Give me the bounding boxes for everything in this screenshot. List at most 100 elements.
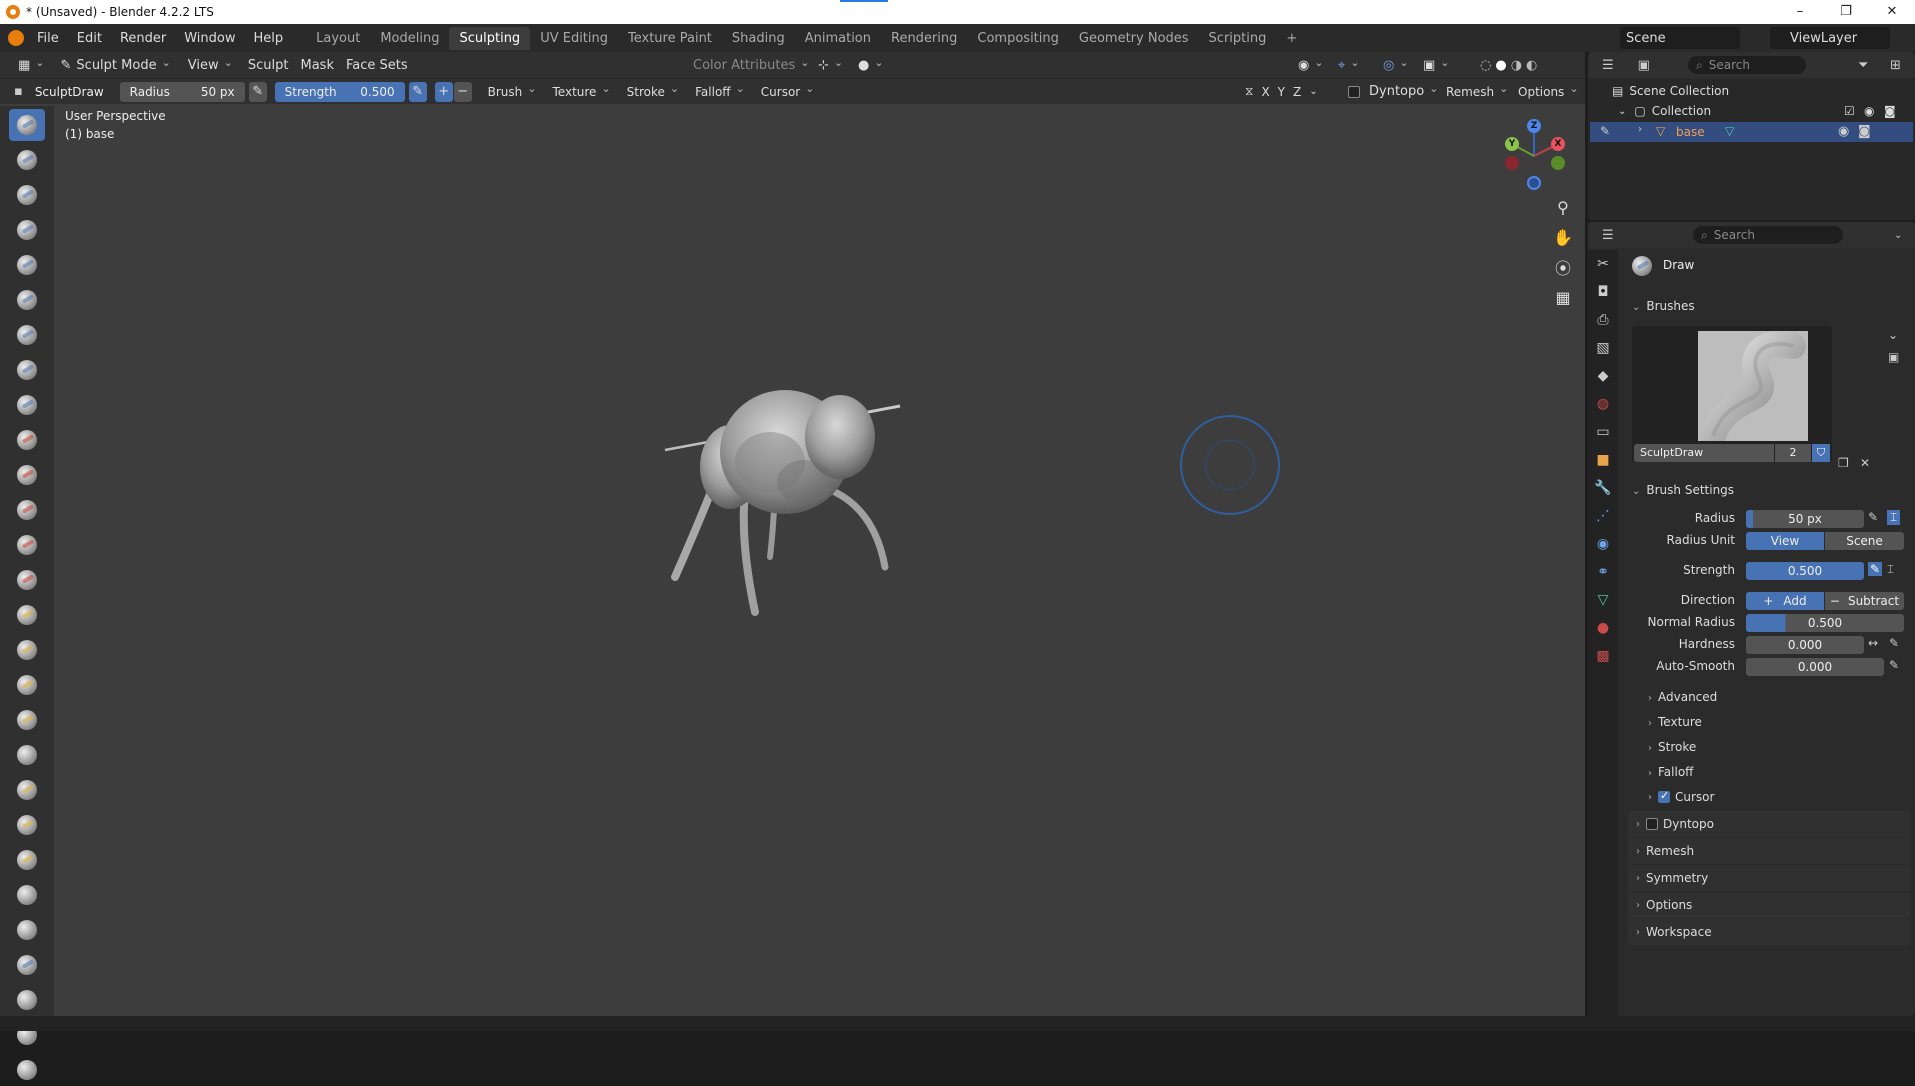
radius-field[interactable]: Radius 50 px — [119, 81, 245, 102]
panel-symmetry[interactable]: › Symmetry — [1628, 865, 1910, 891]
tool-slide-relax[interactable] — [9, 879, 45, 911]
overlays-dropdown[interactable]: ◎ — [1375, 58, 1417, 73]
rendered-shading-icon[interactable]: ◐ — [1526, 58, 1537, 73]
sculpt-mesh-model[interactable] — [655, 342, 925, 622]
tool-elastic-deform[interactable] — [9, 669, 45, 701]
tool-multiplane-scrape[interactable] — [9, 564, 45, 596]
particles-tab-icon[interactable]: ⋰ — [1588, 502, 1618, 530]
prop-strength-field[interactable]: 0.500 — [1746, 562, 1864, 580]
render-tab-icon[interactable]: ◘ — [1588, 278, 1618, 306]
collection-visibility-eye-icon[interactable]: ◉ — [1864, 104, 1874, 118]
radius-pen-pressure-icon[interactable]: ✎ — [1868, 510, 1878, 524]
maximize-button[interactable]: ❐ — [1823, 0, 1869, 24]
gizmo-z-axis[interactable]: Z — [1527, 119, 1541, 133]
collection-expand-chevron-icon[interactable]: ⌄ — [1618, 106, 1626, 117]
radius-unit-scene-button[interactable]: Scene — [1825, 532, 1904, 550]
radius-pressure-button[interactable]: ✎ — [248, 81, 267, 102]
gizmo-neg-z-axis[interactable] — [1527, 176, 1541, 190]
constraints-tab-icon[interactable]: ⚭ — [1588, 558, 1618, 586]
outliner-row-collection[interactable]: ⌄ ▢ Collection ☑ ◉ ◙ — [1618, 104, 1910, 118]
transform-pivot-dropdown[interactable]: ⊹ — [810, 58, 851, 73]
brush-settings-panel-header[interactable]: ⌄ Brush Settings — [1632, 483, 1734, 497]
gizmo-neg-x-axis[interactable] — [1551, 156, 1565, 170]
menu-view[interactable]: View — [179, 58, 242, 73]
menu-mask[interactable]: Mask — [294, 58, 339, 73]
tool-scrape[interactable] — [9, 529, 45, 561]
options-menu[interactable]: Options — [1510, 85, 1587, 99]
tool-thumb[interactable] — [9, 739, 45, 771]
gizmo-dropdown[interactable]: ⌖ — [1330, 58, 1368, 73]
properties-search-input[interactable]: ⌕ Search — [1693, 226, 1843, 244]
menu-edit[interactable]: Edit — [68, 31, 111, 46]
tool-draw-sharp[interactable] — [9, 144, 45, 176]
scene-selector[interactable]: Scene — [1620, 27, 1740, 49]
tool-draw-face-sets[interactable] — [9, 1054, 45, 1086]
object-tab-icon[interactable]: ■ — [1588, 446, 1618, 474]
properties-editor-type-icon[interactable]: ☰ — [1602, 228, 1614, 243]
view-layer-tab-icon[interactable]: ▧ — [1588, 334, 1618, 362]
menu-sculpt[interactable]: Sculpt — [242, 58, 295, 73]
data-tab-icon[interactable]: ▽ — [1588, 586, 1618, 614]
autosmooth-pen-pressure-icon[interactable]: ✎ — [1889, 658, 1899, 672]
brushes-panel-header[interactable]: ⌄ Brushes — [1632, 299, 1695, 313]
solid-shading-icon[interactable]: ● — [1495, 58, 1506, 73]
menu-file[interactable]: File — [28, 31, 68, 46]
tool-pose[interactable] — [9, 774, 45, 806]
pan-hand-icon[interactable]: ✋ — [1550, 224, 1576, 250]
tool-smooth[interactable] — [9, 424, 45, 456]
prop-normal-radius-field[interactable]: 0.500 — [1746, 614, 1904, 632]
tool-rotate[interactable] — [9, 844, 45, 876]
chevron-down-icon[interactable]: ⌄ — [1894, 230, 1902, 241]
subpanel-cursor[interactable]: › Cursor — [1648, 789, 1714, 804]
stroke-menu[interactable]: Stroke — [619, 85, 687, 99]
wireframe-shading-icon[interactable]: ◌ — [1480, 58, 1491, 73]
strength-pressure-button[interactable]: ✎ — [408, 81, 427, 102]
tool-nudge[interactable] — [9, 809, 45, 841]
tab-layout[interactable]: Layout — [306, 27, 370, 50]
brush-menu[interactable]: Brush — [480, 85, 545, 99]
tab-sculpting[interactable]: Sculpting — [449, 26, 531, 50]
tool-snake-hook[interactable] — [9, 704, 45, 736]
tool-crease[interactable] — [9, 389, 45, 421]
outliner-editor-type-icon[interactable]: ☰ — [1602, 58, 1614, 73]
gizmo-y-axis[interactable]: Y — [1505, 137, 1519, 151]
brush-image-icon[interactable]: ▣ — [1888, 350, 1899, 364]
tab-texture-paint[interactable]: Texture Paint — [618, 27, 722, 50]
strength-lock-icon[interactable]: ⌶ — [1887, 562, 1894, 577]
tool-cloth[interactable] — [9, 949, 45, 981]
subpanel-falloff[interactable]: › Falloff — [1648, 765, 1693, 779]
brush-users-count[interactable]: 2 — [1775, 444, 1811, 462]
menu-help[interactable]: Help — [245, 31, 293, 46]
tool-pinch[interactable] — [9, 599, 45, 631]
physics-tab-icon[interactable]: ◉ — [1588, 530, 1618, 558]
falloff-menu[interactable]: Falloff — [687, 85, 753, 99]
tool-clay-thumb[interactable] — [9, 249, 45, 281]
fake-user-shield-icon[interactable]: ⛉ — [1812, 444, 1830, 462]
modifiers-tab-icon[interactable]: 🔧 — [1588, 474, 1618, 502]
direction-subtract-toggle[interactable]: − Subtract — [1825, 592, 1904, 610]
visibility-dropdown[interactable]: ◉ — [1290, 58, 1332, 73]
prop-radius-field[interactable]: 50 px — [1746, 510, 1864, 528]
add-workspace-button[interactable]: + — [1276, 27, 1307, 50]
tool-tab-icon[interactable]: ✂ — [1588, 250, 1618, 278]
tool-grab[interactable] — [9, 634, 45, 666]
subpanel-stroke[interactable]: › Stroke — [1648, 740, 1696, 754]
camera-view-icon[interactable]: ⦿ — [1550, 254, 1576, 280]
tool-flatten[interactable] — [9, 459, 45, 491]
zoom-icon[interactable]: ⚲ — [1550, 194, 1576, 220]
material-tab-icon[interactable]: ● — [1588, 614, 1618, 642]
cursor-checkbox[interactable] — [1658, 789, 1670, 803]
symmetry-x-toggle[interactable]: X — [1261, 85, 1269, 99]
collection-exclude-checkbox[interactable]: ☑ — [1844, 104, 1855, 118]
direction-add-button[interactable]: + — [434, 81, 453, 102]
texture-menu[interactable]: Texture — [545, 85, 619, 99]
subpanel-texture[interactable]: › Texture — [1648, 715, 1702, 729]
tool-inflate[interactable] — [9, 319, 45, 351]
tool-simplify[interactable] — [9, 984, 45, 1016]
dyntopo-panel-checkbox[interactable] — [1646, 818, 1658, 830]
tool-boundary[interactable] — [9, 914, 45, 946]
dyntopo-menu[interactable]: Dyntopo — [1365, 84, 1442, 99]
tool-blob[interactable] — [9, 354, 45, 386]
duplicate-brush-icon[interactable]: ❐ — [1838, 456, 1849, 470]
base-render-camera-icon[interactable]: ◙ — [1858, 124, 1871, 139]
